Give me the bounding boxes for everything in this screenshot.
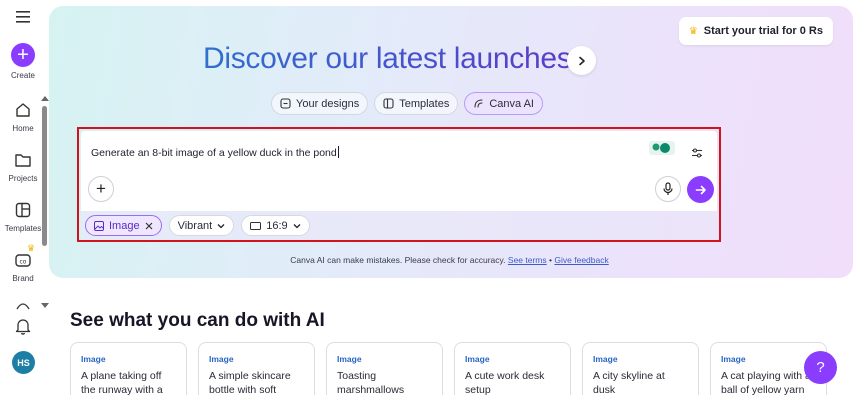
templates-icon xyxy=(383,98,394,109)
tab-label: Templates xyxy=(399,97,450,110)
card-tag: Image xyxy=(209,354,234,364)
card-text: A plane taking off the runway with a xyxy=(81,370,163,395)
templates-icon xyxy=(13,200,33,220)
sidebar-item-projects[interactable]: Projects xyxy=(0,150,46,183)
prompt-box: Generate an 8-bit image of a yellow duck… xyxy=(81,131,717,211)
prompt-input[interactable]: Generate an 8-bit image of a yellow duck… xyxy=(91,146,339,159)
suggestion-card[interactable]: Image Toasting marshmallows xyxy=(326,342,443,395)
menu-button[interactable] xyxy=(0,11,46,23)
aspect-ratio-dropdown[interactable]: 16:9 xyxy=(241,215,310,236)
suggestion-card[interactable]: Image A simple skincare bottle with soft xyxy=(198,342,315,395)
card-text: A cute work desk setup xyxy=(465,370,545,395)
create-button[interactable]: + Create xyxy=(0,43,46,80)
suggestion-card[interactable]: Image A city skyline at dusk xyxy=(582,342,699,395)
image-icon xyxy=(94,220,104,231)
chevron-down-icon xyxy=(217,223,225,228)
suggestion-card[interactable]: Image A cute work desk setup xyxy=(454,342,571,395)
plus-icon: + xyxy=(96,179,106,198)
image-type-chip[interactable]: Image xyxy=(85,215,162,236)
suggestion-card[interactable]: Image A plane taking off the runway with… xyxy=(70,342,187,395)
card-tag: Image xyxy=(337,354,362,364)
card-tag: Image xyxy=(81,354,106,364)
sidebar-item-templates[interactable]: Templates xyxy=(0,200,46,233)
tab-templates[interactable]: Templates xyxy=(374,92,459,115)
crown-icon: ♛ xyxy=(27,243,36,253)
see-terms-link[interactable]: See terms xyxy=(508,255,547,265)
notifications-button[interactable] xyxy=(0,317,46,335)
designs-icon xyxy=(280,98,291,109)
prompt-options-row: Image Vibrant 16:9 xyxy=(81,211,717,240)
sidebar-scrollbar-thumb[interactable] xyxy=(42,106,47,246)
scroll-up-arrow-icon[interactable] xyxy=(41,96,49,101)
avatar[interactable]: HS xyxy=(12,351,35,374)
sidebar-item-label: Projects xyxy=(8,174,38,183)
page-title: Discover our latest launches xyxy=(203,42,572,75)
text-caret xyxy=(337,146,339,158)
sidebar-item-label: Brand xyxy=(12,274,34,283)
bell-icon xyxy=(15,319,31,335)
style-dropdown-label: Vibrant xyxy=(177,219,213,232)
image-type-label: Image xyxy=(109,219,140,232)
card-text: Toasting marshmallows xyxy=(337,370,405,395)
card-tag: Image xyxy=(721,354,746,364)
hamburger-icon xyxy=(16,11,30,23)
submit-prompt-button[interactable] xyxy=(687,176,714,203)
ai-disclaimer: Canva AI can make mistakes. Please check… xyxy=(0,255,853,265)
sidebar: + Create Home Projects Templates co Bran… xyxy=(0,0,46,395)
tab-label: Your designs xyxy=(296,97,360,110)
app-root: + Create Home Projects Templates co Bran… xyxy=(0,0,853,395)
enhance-prompt-icon[interactable] xyxy=(649,141,675,155)
scroll-down-arrow-icon[interactable] xyxy=(41,303,49,308)
tab-canva-ai[interactable]: Canva AI xyxy=(464,92,543,115)
create-label: Create xyxy=(10,71,35,80)
voice-input-button[interactable] xyxy=(655,176,681,202)
start-trial-label: Start your trial for 0 Rs xyxy=(703,25,823,37)
card-text: A city skyline at dusk xyxy=(593,370,665,395)
close-icon[interactable] xyxy=(145,222,153,230)
microphone-icon xyxy=(663,182,673,195)
style-dropdown[interactable]: Vibrant xyxy=(168,215,235,236)
folder-icon xyxy=(13,150,33,170)
home-icon xyxy=(13,100,33,120)
plus-icon: + xyxy=(11,43,35,67)
sidebar-item-home[interactable]: Home xyxy=(0,100,46,133)
card-tag: Image xyxy=(465,354,490,364)
apps-icon xyxy=(16,303,30,310)
aspect-ratio-icon xyxy=(250,221,262,230)
give-feedback-link[interactable]: Give feedback xyxy=(554,255,608,265)
aspect-ratio-label: 16:9 xyxy=(266,219,288,232)
prompt-input-text: Generate an 8-bit image of a yellow duck… xyxy=(91,147,337,159)
disclaimer-separator: • xyxy=(549,255,553,265)
sidebar-item-label: Home xyxy=(12,124,34,133)
add-attachment-button[interactable]: + xyxy=(88,176,114,202)
disclaimer-text: Canva AI can make mistakes. Please check… xyxy=(290,255,506,265)
section-title: See what you can do with AI xyxy=(70,310,325,331)
next-launch-button[interactable] xyxy=(567,46,596,75)
card-tag: Image xyxy=(593,354,618,364)
sidebar-item-apps[interactable] xyxy=(0,302,46,310)
prompt-highlight-frame: Generate an 8-bit image of a yellow duck… xyxy=(77,127,721,242)
chevron-right-icon xyxy=(578,56,585,65)
arrow-right-icon xyxy=(695,185,706,194)
tab-your-designs[interactable]: Your designs xyxy=(271,92,369,115)
chevron-down-icon xyxy=(293,223,301,228)
card-text: A cat playing with a ball of yellow yarn xyxy=(721,370,811,395)
settings-sliders-icon[interactable] xyxy=(691,147,703,159)
hero-tabs: Your designs Templates Canva AI xyxy=(271,92,543,115)
suggestion-cards: Image A plane taking off the runway with… xyxy=(70,342,827,395)
tab-label: Canva AI xyxy=(489,97,534,110)
card-text: A simple skincare bottle with soft xyxy=(209,370,291,395)
sidebar-item-label: Templates xyxy=(4,224,42,233)
canva-ai-icon xyxy=(474,99,483,108)
crown-icon: ♛ xyxy=(688,25,698,37)
help-button[interactable]: ? xyxy=(804,351,837,384)
start-trial-button[interactable]: ♛ Start your trial for 0 Rs xyxy=(678,17,833,45)
